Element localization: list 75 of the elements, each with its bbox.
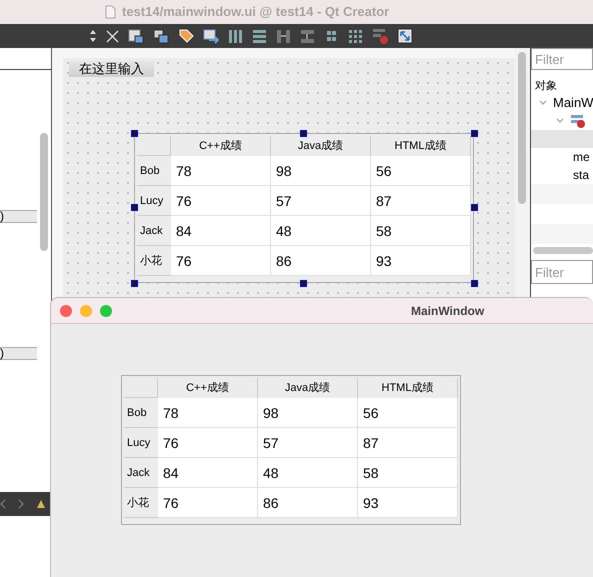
column-header: 对象 <box>535 79 558 94</box>
table-cell[interactable]: 87 <box>358 428 458 458</box>
tree-row[interactable]: sta <box>531 166 593 184</box>
grid-icon[interactable] <box>348 28 363 44</box>
window-icon[interactable] <box>128 28 144 44</box>
tree-label: MainW <box>553 94 593 112</box>
filter-field[interactable]: Filter <box>531 48 593 70</box>
table-cell[interactable]: 93 <box>371 246 471 276</box>
table-cell[interactable]: 93 <box>358 488 458 518</box>
table-cell[interactable]: 86 <box>258 488 358 518</box>
table-cell[interactable]: 76 <box>171 186 271 216</box>
sort-arrows-icon[interactable] <box>89 29 97 43</box>
table-cell[interactable]: 76 <box>171 246 271 276</box>
warning-icon <box>36 499 46 509</box>
table-cell[interactable]: 58 <box>371 216 471 246</box>
window-title: MainWindow <box>411 302 484 320</box>
grid-icon[interactable] <box>324 30 339 42</box>
forward-icon[interactable] <box>18 499 24 509</box>
resize-handle[interactable] <box>131 204 138 211</box>
table-cell[interactable]: 98 <box>271 156 371 186</box>
rows-icon[interactable] <box>252 28 267 44</box>
table-cell[interactable]: 76 <box>158 488 258 518</box>
list-row[interactable]: ) <box>0 347 37 360</box>
table-cell[interactable]: 86 <box>271 246 371 276</box>
corner-button[interactable] <box>137 136 171 156</box>
tree-label: sta <box>573 167 590 184</box>
tree-label: me <box>573 149 590 166</box>
back-icon[interactable] <box>0 499 6 509</box>
table-cell[interactable]: 84 <box>171 216 271 246</box>
layout-icon <box>570 114 586 128</box>
horizontal-splitter-icon[interactable] <box>276 28 291 44</box>
scrollbar[interactable] <box>533 246 593 254</box>
resize-handle[interactable] <box>471 280 478 287</box>
minimize-button[interactable] <box>80 304 92 316</box>
list-row[interactable]: ) <box>0 210 37 223</box>
corner-button[interactable] <box>124 378 158 398</box>
tab-order-icon[interactable] <box>203 28 219 44</box>
resize-handle[interactable] <box>471 204 478 211</box>
table-cell[interactable]: 84 <box>158 458 258 488</box>
table-cell[interactable]: 58 <box>358 458 458 488</box>
table-cell[interactable]: 57 <box>258 428 358 458</box>
table-cell[interactable]: 98 <box>258 398 358 428</box>
table-cell[interactable]: 57 <box>271 186 371 216</box>
tree-row[interactable]: MainW <box>531 94 593 112</box>
table-cell[interactable]: 78 <box>158 398 258 428</box>
filter-field[interactable]: Filter <box>531 260 593 284</box>
windows-icon[interactable] <box>153 28 169 44</box>
document-icon <box>105 5 116 19</box>
resize-icon[interactable] <box>397 28 413 44</box>
close-icon[interactable] <box>106 30 119 42</box>
resize-handle[interactable] <box>131 130 138 137</box>
scrollbar[interactable] <box>40 133 48 251</box>
maximize-button[interactable] <box>100 304 112 316</box>
window-title: test14/mainwindow.ui @ test14 - Qt Creator <box>122 3 390 22</box>
table-cell[interactable]: 56 <box>358 398 458 428</box>
break-layout-icon[interactable] <box>372 28 388 44</box>
columns-icon[interactable] <box>228 28 243 44</box>
vertical-splitter-icon[interactable] <box>300 28 315 44</box>
close-button[interactable] <box>60 304 72 316</box>
resize-handle[interactable] <box>300 130 307 137</box>
resize-handle[interactable] <box>300 280 307 287</box>
menu-placeholder[interactable]: 在这里输入 <box>69 61 154 77</box>
tag-icon[interactable] <box>178 28 194 44</box>
resize-handle[interactable] <box>131 280 138 287</box>
scrollbar[interactable] <box>518 52 526 204</box>
table-cell[interactable]: 48 <box>271 216 371 246</box>
table-cell[interactable]: 87 <box>371 186 471 216</box>
table-cell[interactable]: 48 <box>258 458 358 488</box>
table-cell[interactable]: 56 <box>371 156 471 186</box>
chevron-icon[interactable] <box>539 100 547 106</box>
tree-row[interactable]: me <box>531 148 593 166</box>
table-cell[interactable]: 76 <box>158 428 258 458</box>
resize-handle[interactable] <box>471 130 478 137</box>
chevron-icon[interactable] <box>556 118 564 124</box>
table-cell[interactable]: 78 <box>171 156 271 186</box>
